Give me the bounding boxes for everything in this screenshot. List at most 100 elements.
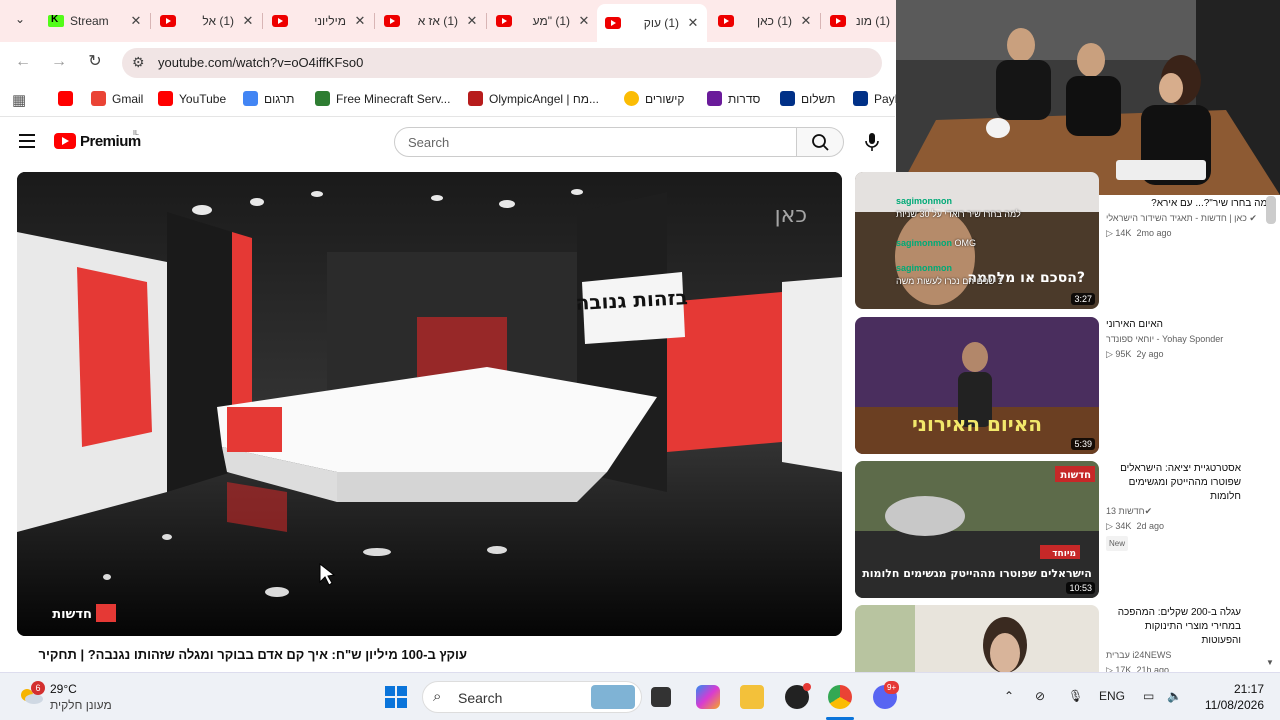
language-indicator[interactable]: ENG xyxy=(1099,689,1125,703)
site-info-icon[interactable]: ⚙ xyxy=(132,54,145,71)
close-icon[interactable]: ✕ xyxy=(128,13,144,29)
sidebar-item-meta[interactable]: האיום האירוני Yohay Sponder - יוחאי ספונ… xyxy=(1106,318,1276,362)
sidebar-video-title[interactable]: "למה בחרו שיר"?... עם אירא? xyxy=(1106,197,1276,211)
video-player[interactable]: בזהות גנובה כאן חדשות xyxy=(17,172,842,636)
folder-icon xyxy=(624,91,639,106)
close-icon[interactable]: ✕ xyxy=(464,13,480,29)
bookmark-gmail[interactable]: Gmail xyxy=(91,91,143,106)
windows-start-icon[interactable] xyxy=(384,685,408,709)
youtube-icon xyxy=(272,15,288,27)
channel-name[interactable]: ✔חדשות 13 xyxy=(1106,504,1276,519)
scroll-down-icon[interactable]: ▼ xyxy=(1266,658,1274,667)
omnibox[interactable]: ⚙ youtube.com/watch?v=oO4iffKFso0 xyxy=(122,48,882,78)
microphone-icon[interactable] xyxy=(858,128,886,156)
translate-icon xyxy=(243,91,258,106)
tab-list-dropdown[interactable]: ⌄ xyxy=(10,12,30,30)
close-icon[interactable]: ✕ xyxy=(352,13,368,29)
tab-title: (1) "מע xyxy=(532,14,570,28)
reload-icon[interactable]: ↻ xyxy=(83,50,107,74)
thumbnail-image: חדשות מיוחד הישראלים שפוטרו מההייטק מגשי… xyxy=(855,461,1099,598)
duration-badge: 10:53 xyxy=(1066,582,1095,594)
sidebar-video-title[interactable]: אסטרטגיית יציאה: הישראלים שפוטרו מההייטק… xyxy=(1106,462,1241,504)
file-explorer-icon[interactable] xyxy=(740,685,764,709)
paypal-icon xyxy=(780,91,795,106)
apps-grid-icon[interactable]: ▦ xyxy=(12,91,26,109)
microphone-icon[interactable]: 🎙 xyxy=(1068,689,1083,703)
taskbar-search[interactable]: ⌕ Search xyxy=(422,681,642,713)
tab-title: (1) אל xyxy=(202,14,234,28)
close-icon[interactable]: ✕ xyxy=(240,13,256,29)
forward-arrow-icon[interactable]: → xyxy=(47,50,71,74)
thumbnail-caption: האיום האירוני xyxy=(912,412,1042,436)
bookmark-youtube[interactable]: YouTube xyxy=(158,91,226,106)
search-button[interactable] xyxy=(796,127,844,157)
tab-stream[interactable]: Stream ✕ xyxy=(40,6,150,36)
minecraft-icon xyxy=(315,91,330,106)
menu-icon[interactable] xyxy=(19,134,35,148)
youtube-icon xyxy=(830,15,846,27)
bookmark-translate[interactable]: תרגום xyxy=(243,91,294,106)
tab-title: (1) אז א xyxy=(417,14,458,28)
close-icon[interactable]: ✕ xyxy=(685,15,701,31)
weather-badge: 6 xyxy=(31,681,45,695)
tab-video[interactable]: (1) אז א ✕ xyxy=(376,6,486,36)
sidebar-item-meta[interactable]: עגלה ב-200 שקלים: המהפכה במחירי מוצרי הת… xyxy=(1106,606,1276,678)
kick-icon xyxy=(48,14,64,27)
webcam-feed-image xyxy=(896,0,1280,195)
channel-name[interactable]: Yohay Sponder - יוחאי ספונדר xyxy=(1106,332,1276,347)
sidebar-thumbnail[interactable]: האיום האירוני 5:39 xyxy=(855,317,1099,454)
close-icon[interactable]: ✕ xyxy=(798,13,814,29)
logo-text[interactable]: Premium xyxy=(80,133,141,150)
scrollbar-thumb[interactable] xyxy=(1266,196,1276,224)
channel-name[interactable]: i24NEWS עברית xyxy=(1106,648,1276,663)
thumbnail-logo: חדשות xyxy=(1060,470,1091,481)
clock-time[interactable]: 21:17 xyxy=(1200,682,1264,696)
logo-region: IL xyxy=(133,130,139,137)
bookmark-minecraft[interactable]: Free Minecraft Serv... xyxy=(315,91,450,106)
webcam-overlay xyxy=(896,0,1280,195)
clock-date[interactable]: 11/08/2026 xyxy=(1192,698,1264,712)
chat-message: sagimonmon OMG xyxy=(896,238,977,248)
youtube-logo-icon[interactable] xyxy=(54,133,76,149)
close-icon[interactable]: ✕ xyxy=(576,13,592,29)
youtube-icon xyxy=(58,91,73,106)
search-input[interactable]: Search xyxy=(394,127,797,157)
tab-video[interactable]: (1) כאן ✕ xyxy=(710,6,820,36)
tab-video[interactable]: (1) מונ xyxy=(822,6,896,36)
tray-overflow-icon[interactable]: ⌃ xyxy=(1004,689,1014,703)
youtube-icon xyxy=(158,91,173,106)
no-network-icon[interactable]: ⊘ xyxy=(1035,689,1045,703)
sidebar-video-title[interactable]: האיום האירוני xyxy=(1106,318,1276,332)
sidebar-item-meta[interactable]: "למה בחרו שיר"?... עם אירא? ✔ כאן | חדשו… xyxy=(1106,197,1276,241)
search-highlight-image xyxy=(591,685,635,709)
weather-desc[interactable]: מעונן חלקית xyxy=(50,698,112,712)
sidebar-video-title[interactable]: עגלה ב-200 שקלים: המהפכה במחירי מוצרי הת… xyxy=(1106,606,1241,648)
weather-temp[interactable]: 29°C xyxy=(50,682,77,696)
copilot-icon[interactable] xyxy=(696,685,720,709)
video-title: עוקץ ב-100 מיליון ש"ח: איך קם אדם בבוקר … xyxy=(38,647,467,662)
bookmark-payment[interactable]: תשלום xyxy=(780,91,835,106)
volume-icon[interactable]: 🔈 xyxy=(1167,689,1182,703)
channel-name[interactable]: ✔ כאן | חדשות - תאגיד השידור הישראלי xyxy=(1106,211,1276,226)
url-text[interactable]: youtube.com/watch?v=oO4iffKFso0 xyxy=(158,55,363,70)
thumbnail-image xyxy=(855,605,1099,672)
tab-active[interactable]: (1) עוק ✕ xyxy=(597,4,707,42)
tab-video[interactable]: (1) אל ✕ xyxy=(152,6,262,36)
bookmark-youtube-icon[interactable] xyxy=(58,91,73,106)
chrome-icon[interactable] xyxy=(828,685,852,709)
taskbar: 6 29°C מעונן חלקית ⌕ Search 9+ ⌃ ⊘ 🎙 ENG… xyxy=(0,672,1280,720)
tab-video[interactable]: (1) "מע ✕ xyxy=(488,6,598,36)
sidebar-thumbnail[interactable] xyxy=(855,605,1099,672)
sidebar-item-meta[interactable]: אסטרטגיית יציאה: הישראלים שפוטרו מההייטק… xyxy=(1106,462,1276,551)
bookmark-olympicangel[interactable]: OlympicAngel | מח... xyxy=(468,91,599,106)
bookmark-links[interactable]: קישורים xyxy=(624,91,685,106)
task-view-icon[interactable] xyxy=(651,687,671,707)
back-arrow-icon[interactable]: ← xyxy=(11,50,35,74)
bookmark-series[interactable]: סדרות xyxy=(707,91,760,106)
tab-video[interactable]: מיליוני ✕ xyxy=(264,6,374,36)
verified-icon: ✔ xyxy=(1249,213,1257,223)
chat-text: למה בחרו שיר רואדי על 30 שניות xyxy=(896,209,1021,219)
duration-badge: 3:27 xyxy=(1071,293,1095,305)
network-icon[interactable]: ▭ xyxy=(1143,689,1154,703)
sidebar-thumbnail[interactable]: חדשות מיוחד הישראלים שפוטרו מההייטק מגשי… xyxy=(855,461,1099,598)
